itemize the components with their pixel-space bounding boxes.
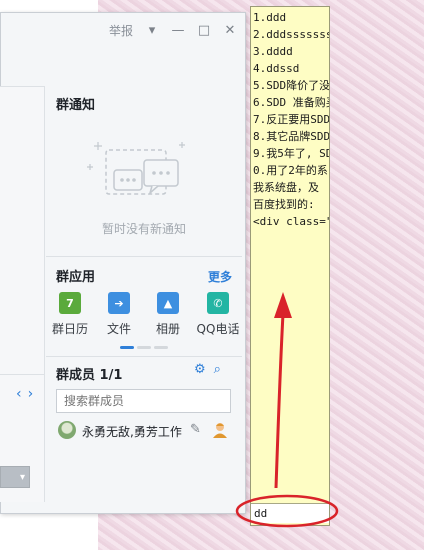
pager-dot[interactable] bbox=[154, 346, 168, 349]
calendar-icon: 7 bbox=[59, 292, 81, 314]
avatar[interactable] bbox=[58, 421, 76, 439]
chevron-right-icon[interactable]: › bbox=[28, 386, 34, 402]
members-tools: ⚙ ⌕ bbox=[194, 362, 221, 377]
nav-arrows: ‹ › bbox=[16, 386, 33, 402]
section-divider bbox=[46, 256, 242, 257]
apps-section-title: 群应用 bbox=[56, 270, 96, 285]
empty-notice-text: 暂时没有新通知 bbox=[101, 222, 186, 236]
note-line: 5.SDD降价了没 bbox=[253, 79, 329, 92]
group-apps-row: 7 群日历 ➔ 文件 ▲ 相册 ✆ QQ电话 bbox=[48, 292, 244, 338]
app-label: 群日历 bbox=[51, 322, 88, 336]
members-section-title: 群成员 1/1 bbox=[56, 368, 123, 383]
apps-more-link[interactable]: 更多 bbox=[208, 268, 232, 285]
member-name: 永勇无敌,勇芳工作 bbox=[82, 425, 182, 439]
folder-icon: ➔ bbox=[108, 292, 130, 314]
app-album[interactable]: ▲ 相册 bbox=[146, 292, 190, 337]
chat-message-pane[interactable] bbox=[0, 86, 44, 502]
member-search-input[interactable] bbox=[56, 389, 231, 413]
member-settings-icon[interactable]: ⚙ bbox=[194, 362, 206, 377]
pager-dot-active[interactable] bbox=[120, 346, 134, 349]
notice-section-title: 群通知 bbox=[56, 98, 96, 113]
send-options-dropdown[interactable]: ▾ bbox=[0, 466, 30, 488]
phone-icon: ✆ bbox=[207, 292, 229, 314]
menu-dropdown-icon[interactable]: ▾ bbox=[145, 23, 159, 38]
note-line: 百度找到的: bbox=[253, 198, 315, 211]
title-bar: 举报 ▾ — □ ✕ bbox=[1, 13, 245, 47]
notepad-input-field[interactable]: dd bbox=[251, 503, 329, 523]
owner-badge-icon bbox=[213, 423, 227, 438]
note-line: 3.dddd bbox=[253, 45, 293, 58]
pager-dot[interactable] bbox=[137, 346, 151, 349]
note-line: 2.dddsssssss bbox=[253, 28, 329, 41]
chat-input-divider bbox=[0, 374, 44, 375]
note-line: 7.反正要用SDD bbox=[253, 113, 329, 126]
notepad-window: 1.ddd 2.dddsssssss 3.dddd 4.ddssd 5.SDD降… bbox=[250, 6, 330, 526]
note-line: 我系统盘，及 bbox=[253, 181, 319, 194]
minimize-icon[interactable]: — bbox=[171, 23, 185, 38]
app-label: 文件 bbox=[106, 322, 131, 336]
chevron-left-icon[interactable]: ‹ bbox=[16, 386, 22, 402]
note-line: <div class=" bbox=[253, 215, 329, 228]
maximize-icon[interactable]: □ bbox=[197, 23, 211, 38]
panel-divider bbox=[44, 86, 45, 502]
note-line: 0.用了2年的系 bbox=[253, 164, 328, 177]
edit-icon[interactable]: ✎ bbox=[190, 422, 201, 437]
section-divider bbox=[46, 356, 242, 357]
notepad-content[interactable]: 1.ddd 2.dddsssssss 3.dddd 4.ddssd 5.SDD降… bbox=[253, 9, 329, 230]
close-icon[interactable]: ✕ bbox=[223, 23, 237, 38]
note-line: 9.我5年了, SDD bbox=[253, 147, 329, 160]
search-icon[interactable]: ⌕ bbox=[214, 362, 221, 377]
note-line: 1.ddd bbox=[253, 11, 287, 24]
apps-pager bbox=[120, 346, 168, 349]
app-files[interactable]: ➔ 文件 bbox=[97, 292, 141, 337]
app-label: QQ电话 bbox=[196, 322, 240, 336]
report-button[interactable]: 举报 bbox=[109, 22, 133, 39]
note-line: 4.ddssd bbox=[253, 62, 300, 75]
app-qq-call[interactable]: ✆ QQ电话 bbox=[196, 292, 240, 337]
empty-notice-illustration-icon bbox=[87, 142, 185, 196]
member-list-item[interactable]: 永勇无敌,勇芳工作 ✎ bbox=[56, 420, 242, 442]
app-label: 相册 bbox=[155, 322, 180, 336]
photo-album-icon: ▲ bbox=[157, 292, 179, 314]
note-line: 8.其它品牌SDD bbox=[253, 130, 329, 143]
note-line: 6.SDD 准备购买 bbox=[253, 96, 329, 109]
app-calendar[interactable]: 7 群日历 bbox=[48, 292, 92, 337]
